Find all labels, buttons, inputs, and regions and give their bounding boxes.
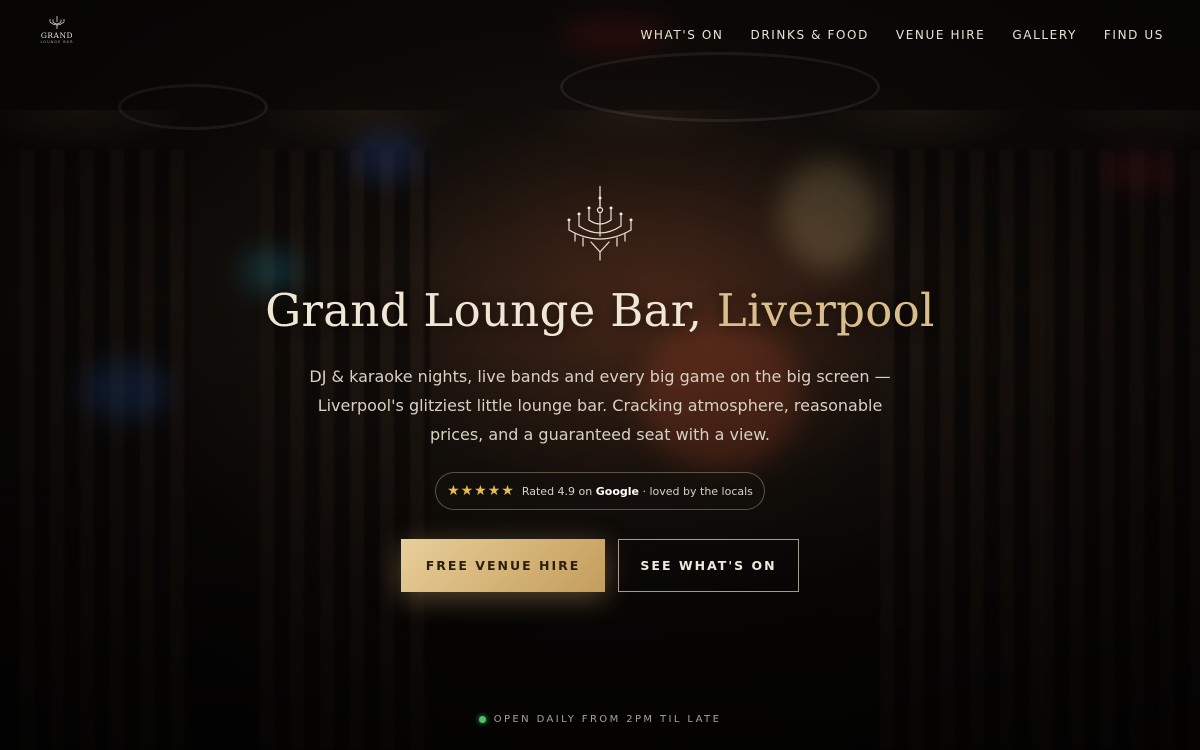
page-title: Grand Lounge Bar, Liverpool — [0, 284, 1200, 337]
star-rating-icon: ★★★★★ — [447, 483, 515, 499]
rating-suffix: · loved by the locals — [638, 484, 753, 498]
hero-subtitle: DJ & karaoke nights, live bands and ever… — [309, 367, 891, 444]
rating-source: Google — [595, 484, 639, 498]
chandelier-icon — [49, 16, 65, 29]
nav-find-us[interactable]: FIND US — [1104, 28, 1164, 42]
opening-hours: OPEN DAILY FROM 2PM TIL LATE — [0, 714, 1200, 725]
nav-whats-on[interactable]: WHAT'S ON — [640, 28, 723, 42]
nav-gallery[interactable]: GALLERY — [1012, 28, 1077, 42]
see-whats-on-button[interactable]: SEE WHAT'S ON — [618, 539, 799, 592]
logo-subtext: LOUNGE BAR — [40, 40, 74, 44]
rating-badge: ★★★★★ Rated 4.9 on Google · loved by the… — [435, 472, 765, 510]
chandelier-icon — [567, 186, 633, 261]
opening-hours-text: OPEN DAILY FROM 2PM TIL LATE — [493, 714, 722, 725]
status-dot-icon — [478, 716, 486, 723]
logo-text: GRAND — [40, 31, 74, 40]
nav-drinks-food[interactable]: DRINKS & FOOD — [751, 28, 869, 42]
nav-venue-hire[interactable]: VENUE HIRE — [896, 28, 985, 42]
rating-text: Rated 4.9 on Google · loved by the local… — [522, 485, 753, 498]
rating-prefix: Rated 4.9 on — [521, 484, 596, 498]
site-logo[interactable]: GRAND LOUNGE BAR — [36, 16, 78, 52]
title-accent: Liverpool — [716, 284, 935, 337]
free-venue-hire-button[interactable]: FREE VENUE HIRE — [401, 539, 605, 592]
main-nav: WHAT'S ON DRINKS & FOOD VENUE HIRE GALLE… — [640, 28, 1164, 42]
title-main: Grand Lounge Bar, — [265, 284, 717, 337]
